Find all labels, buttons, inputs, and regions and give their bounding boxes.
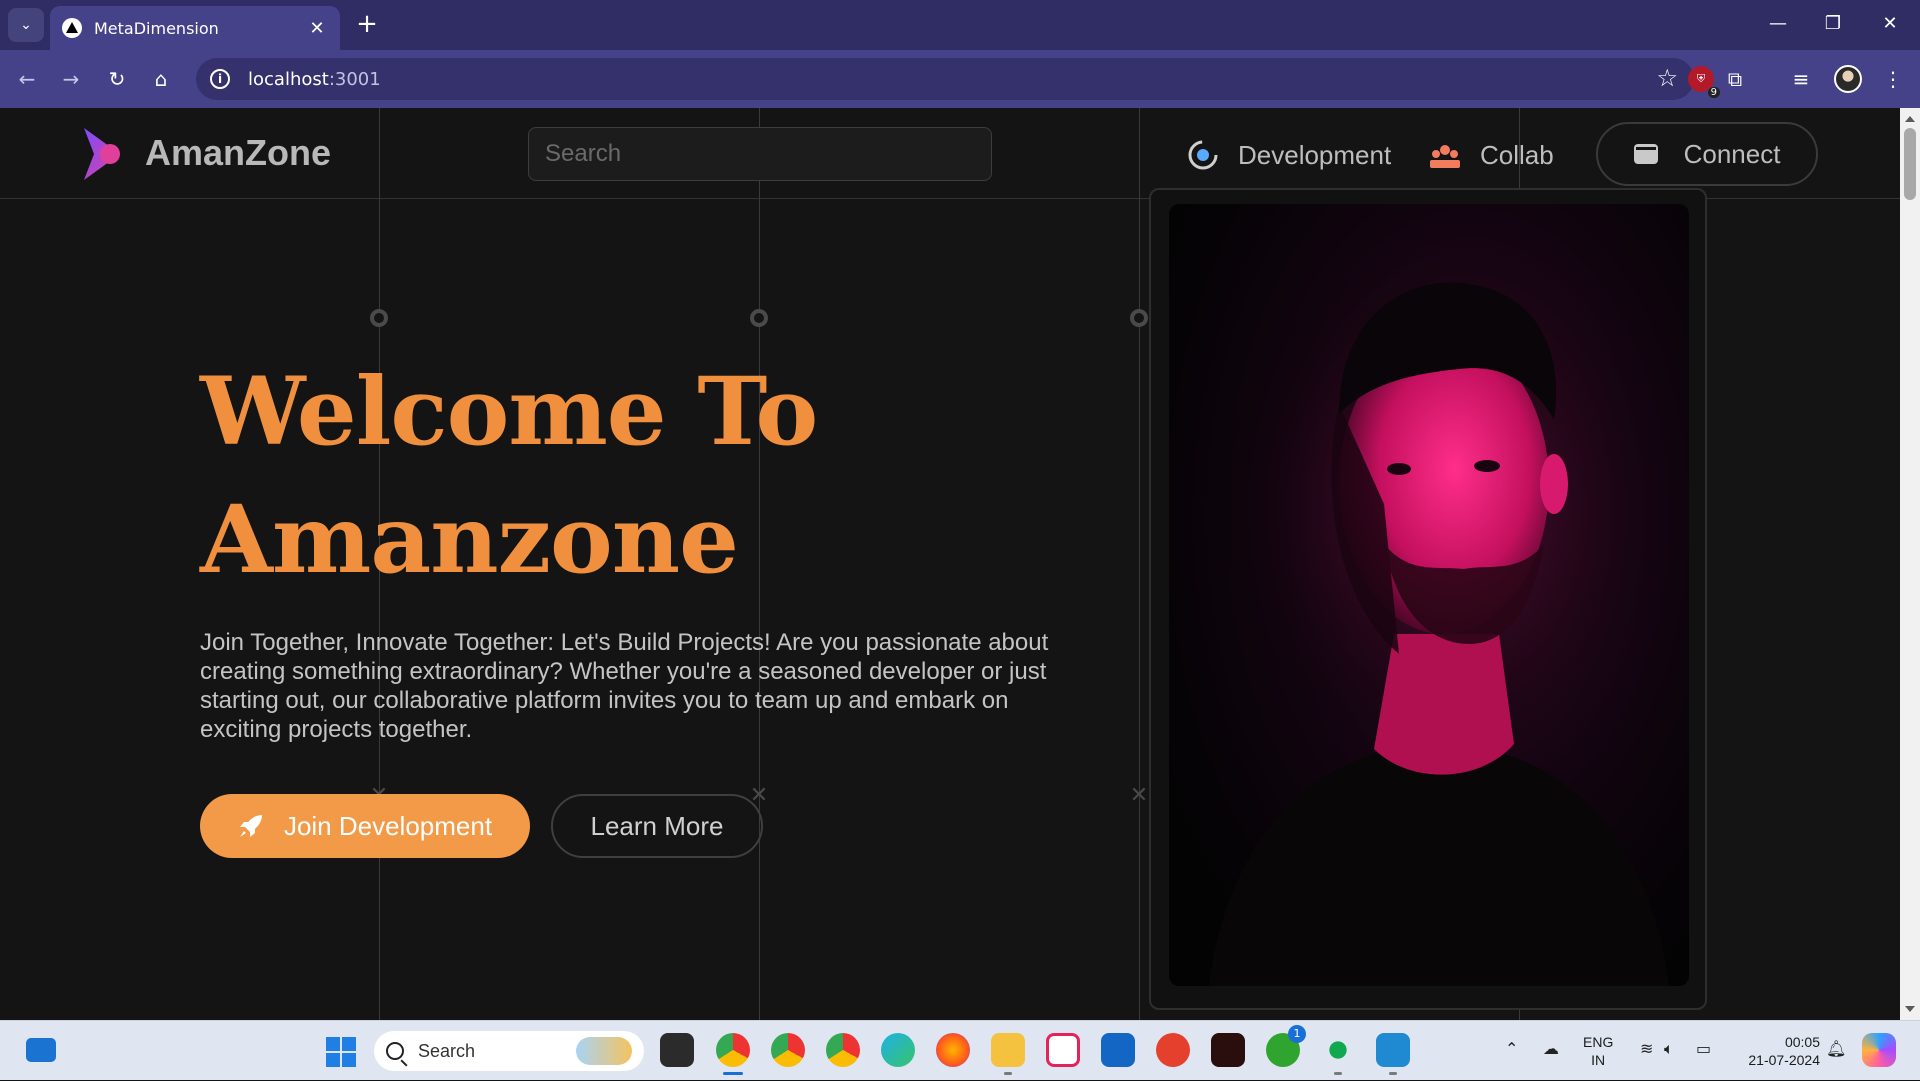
address-bar[interactable]: i localhost:3001 ☆: [196, 58, 1694, 100]
grid-node-icon: [1130, 309, 1148, 327]
volume-icon[interactable]: 🔈︎: [1664, 1039, 1674, 1059]
show-hidden-icons-icon[interactable]: ⌃: [1505, 1039, 1518, 1058]
grid-node-icon: [370, 309, 388, 327]
page-scrollbar[interactable]: [1900, 108, 1920, 1020]
brand-name[interactable]: AmanZone: [145, 132, 331, 174]
wallet-icon: [1633, 144, 1658, 164]
connect-label: Connect: [1683, 138, 1781, 169]
logo-icon[interactable]: [80, 126, 124, 182]
grid-cross-icon: ✕: [1129, 783, 1149, 808]
restore-button[interactable]: ❐: [1813, 10, 1853, 38]
url-host: localhost: [248, 68, 329, 90]
browser-toolbar: ← → ↻ ⌂ i localhost:3001 ☆ ⧉ ≡ ⋮: [0, 50, 1920, 108]
search-input[interactable]: [528, 127, 992, 181]
edge-icon[interactable]: [881, 1033, 915, 1067]
close-window-button[interactable]: ✕: [1870, 10, 1910, 38]
bookmark-star-icon[interactable]: ☆: [1656, 64, 1678, 92]
hero-description: Join Together, Innovate Together: Let's …: [200, 629, 1049, 743]
scroll-up-arrow-icon[interactable]: [1905, 116, 1915, 122]
os-taskbar: Search 1 ⌃ ☁ ENG IN ≋ 🔈︎ ▭ 00:05 21-07-2…: [0, 1020, 1920, 1080]
wifi-icon[interactable]: ≋: [1640, 1039, 1653, 1058]
xbox-icon[interactable]: 1: [1266, 1025, 1306, 1067]
nav-collab-label: Collab: [1480, 139, 1554, 170]
portrait-card: [1149, 188, 1707, 1010]
connect-button[interactable]: Connect: [1596, 122, 1818, 186]
game-app-icon[interactable]: [1211, 1033, 1245, 1067]
clock[interactable]: 00:05 21-07-2024: [1736, 1021, 1820, 1081]
scroll-down-arrow-icon[interactable]: [1905, 1006, 1915, 1012]
browser-tab[interactable]: MetaDimension ✕: [50, 6, 340, 50]
browser-tab-strip: ⌄ MetaDimension ✕ + — ❐ ✕: [0, 0, 1920, 50]
media-controls-icon[interactable]: ≡: [1786, 64, 1816, 94]
nav-development[interactable]: Development: [1186, 138, 1391, 172]
tasks-app-icon[interactable]: [1046, 1033, 1080, 1067]
page-viewport: ✕ ✕ ✕ AmanZone Development Collab: [0, 108, 1900, 1020]
chrome-icon[interactable]: [716, 1033, 750, 1075]
clock-date: 21-07-2024: [1748, 1052, 1820, 1068]
site-favicon-icon: [62, 18, 82, 38]
vscode-icon[interactable]: [1376, 1033, 1410, 1075]
chrome-profile-icon[interactable]: [771, 1033, 805, 1067]
search-icon: [386, 1042, 404, 1060]
office-icon[interactable]: [1156, 1033, 1190, 1067]
tab-close-icon[interactable]: ✕: [306, 18, 328, 39]
grid-node-icon: [750, 309, 768, 327]
url-port: :3001: [328, 68, 381, 90]
join-development-button[interactable]: Join Development: [200, 794, 530, 858]
nav-development-label: Development: [1238, 139, 1392, 170]
taskbar-search-label: Search: [418, 1040, 476, 1061]
task-view-icon[interactable]: [660, 1033, 694, 1067]
forward-arrow-icon[interactable]: →: [56, 64, 86, 94]
team-icon: [1430, 145, 1460, 168]
hero-title-line2: Amanzone: [200, 485, 739, 595]
file-explorer-icon[interactable]: [991, 1033, 1025, 1075]
copilot-icon[interactable]: [1862, 1033, 1896, 1067]
portrait-photo: [1169, 204, 1689, 986]
search-highlight-icon: [576, 1037, 632, 1065]
hero-title-line1: Welcome To: [200, 357, 818, 467]
learn-more-button[interactable]: Learn More: [551, 794, 763, 858]
scrollbar-thumb[interactable]: [1904, 128, 1916, 200]
windows-start-icon[interactable]: [326, 1037, 356, 1067]
notification-bell-icon[interactable]: 🔔︎: [1826, 1039, 1846, 1058]
extensions-puzzle-icon[interactable]: ⧉: [1720, 64, 1750, 94]
rocket-icon: [239, 815, 262, 837]
battery-icon[interactable]: ▭: [1696, 1039, 1711, 1058]
clock-time: 00:05: [1784, 1034, 1820, 1050]
extension-badge-count: 9: [1707, 87, 1720, 98]
taskbar-search[interactable]: Search: [374, 1031, 644, 1071]
hero-title: Welcome To Amanzone: [200, 348, 900, 604]
firefox-icon[interactable]: [936, 1033, 970, 1067]
language-indicator[interactable]: ENG IN: [1583, 1021, 1619, 1081]
tab-title: MetaDimension: [94, 18, 219, 38]
xbox-badge: 1: [1288, 1025, 1306, 1043]
minimize-button[interactable]: —: [1758, 10, 1798, 38]
widgets-icon[interactable]: [26, 1038, 56, 1062]
chrome-alt-icon[interactable]: [826, 1033, 860, 1067]
reload-icon[interactable]: ↻: [102, 64, 132, 94]
mongodb-icon[interactable]: [1321, 1033, 1355, 1075]
onedrive-icon[interactable]: ☁: [1543, 1039, 1559, 1058]
portrait-illustration: [1209, 244, 1669, 986]
profile-avatar[interactable]: [1834, 65, 1862, 93]
nav-collab[interactable]: Collab: [1428, 138, 1554, 172]
lang-code: ENG: [1583, 1034, 1614, 1050]
lang-region: IN: [1591, 1052, 1606, 1068]
site-info-icon[interactable]: i: [210, 69, 230, 89]
grid-line: [1139, 108, 1140, 1020]
tab-search-button[interactable]: ⌄: [8, 8, 44, 42]
shield-extension-icon[interactable]: ⛨ 9: [1688, 66, 1720, 98]
outlook-icon[interactable]: [1101, 1033, 1135, 1067]
browser-menu-icon[interactable]: ⋮: [1878, 64, 1908, 94]
orbit-icon: [1188, 140, 1218, 170]
back-arrow-icon[interactable]: ←: [12, 64, 42, 94]
new-tab-button[interactable]: +: [352, 10, 382, 40]
join-development-label: Join Development: [283, 810, 493, 841]
home-icon[interactable]: ⌂: [146, 64, 176, 94]
